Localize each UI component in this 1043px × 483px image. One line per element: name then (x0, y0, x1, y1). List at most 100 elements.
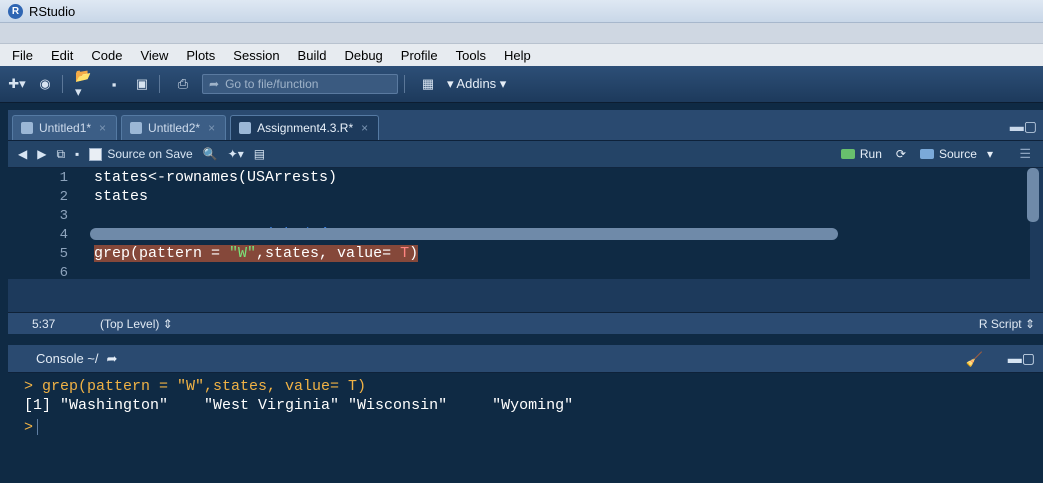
close-icon[interactable]: × (361, 121, 368, 135)
line-number: 5 (59, 246, 68, 262)
menu-session[interactable]: Session (231, 48, 281, 63)
scope-selector[interactable]: (Top Level) ⇕ (100, 317, 173, 331)
pane-layout-icon[interactable]: ▦ (417, 74, 439, 94)
run-arrow-icon (840, 149, 855, 159)
tab-untitled1[interactable]: Untitled1* × (12, 115, 118, 140)
menu-help[interactable]: Help (502, 48, 533, 63)
editor-toolbar: ◀ ▶ ⧉ ▪ Source on Save 🔍 ✦▾ ▤ Run ⟳ Sour… (8, 141, 1043, 168)
text-cursor (37, 419, 39, 436)
new-file-icon[interactable]: ✚▾ (6, 74, 28, 94)
goto-arrow-icon: ➦ (209, 77, 220, 91)
code-line-selected: grep(pattern = "W",states, value= T) (94, 245, 419, 262)
code-line: states<-rownames(USArrests) (94, 169, 338, 186)
console-header: Console ~/ ➦ 🧹 ▬▢ (8, 345, 1043, 373)
code-text: ) (409, 245, 419, 262)
tab-label: Assignment4.3.R* (257, 121, 354, 135)
go-to-dir-icon[interactable]: ➦ (107, 351, 118, 367)
code-line: states (94, 188, 149, 205)
horizontal-scrollbar[interactable] (90, 228, 838, 240)
console-title: Console ~/ (36, 351, 99, 366)
code-constant: T (400, 245, 410, 262)
code-text: grep(pattern = (94, 245, 230, 262)
editor-status-bar: 5:37 (Top Level) ⇕ R Script ⇕ (8, 312, 1043, 334)
r-file-icon (239, 122, 252, 134)
menu-edit[interactable]: Edit (49, 48, 75, 63)
save-all-icon[interactable]: ▣ (131, 74, 153, 94)
vertical-scrollbar[interactable] (1027, 168, 1039, 222)
title-bar: R RStudio (0, 0, 1043, 23)
source-arrow-icon (919, 149, 934, 159)
outline-icon[interactable]: ☰ (1019, 146, 1031, 162)
console-prompt[interactable]: > (24, 419, 39, 436)
compile-report-icon[interactable]: ▤ (254, 147, 265, 161)
toolbar-separator (62, 75, 63, 93)
editor-pane: Untitled1* × Untitled2* × Assignment4.3.… (8, 110, 1043, 334)
menu-code[interactable]: Code (89, 48, 124, 63)
search-icon[interactable]: 🔍 (203, 147, 218, 161)
source-label: Source (938, 147, 977, 161)
menu-view[interactable]: View (138, 48, 170, 63)
line-number: 4 (59, 227, 68, 243)
window-title: RStudio (29, 3, 76, 19)
new-project-icon[interactable]: ◉ (34, 74, 56, 94)
close-icon[interactable]: × (208, 121, 215, 135)
code-editor[interactable]: 1 2 3 4 5 6 states<-rownames(USArrests) … (8, 168, 1030, 281)
checkbox[interactable] (89, 147, 103, 161)
r-file-icon (130, 122, 143, 134)
source-button[interactable]: Source ▾ (919, 147, 993, 161)
menu-file[interactable]: File (10, 48, 35, 63)
addins-menu[interactable]: ▾ Addins ▾ (447, 76, 506, 92)
cursor-position: 5:37 (32, 316, 56, 331)
line-gutter: 1 2 3 4 5 6 (8, 168, 80, 281)
menu-plots[interactable]: Plots (184, 48, 217, 63)
print-icon[interactable]: ⎙ (172, 74, 194, 94)
code-text: ,states, value= (256, 245, 401, 262)
open-file-icon[interactable]: 📂▾ (75, 68, 97, 99)
source-on-save-toggle[interactable]: Source on Save (89, 147, 193, 161)
rerun-icon[interactable]: ⟳ (896, 147, 906, 161)
line-number: 3 (59, 208, 68, 224)
goto-placeholder: Go to file/function (225, 77, 319, 91)
main-toolbar: ✚▾ ◉ 📂▾ ▪ ▣ ⎙ ➦ Go to file/function ▦ ▾ … (0, 66, 1043, 103)
show-in-window-icon[interactable]: ⧉ (56, 147, 65, 162)
run-area: Run ⟳ Source ▾ (840, 141, 993, 167)
toolbar-separator (159, 75, 160, 93)
forward-arrow-icon[interactable]: ▶ (37, 147, 46, 161)
chevron-down-icon[interactable]: ▾ (987, 147, 993, 161)
close-icon[interactable]: × (99, 121, 106, 135)
toolbar-separator (404, 75, 405, 93)
line-number: 6 (59, 265, 68, 281)
menu-bar: File Edit Code View Plots Session Build … (0, 43, 1043, 67)
console-command: > grep(pattern = "W",states, value= T) (24, 378, 367, 395)
run-button[interactable]: Run (840, 147, 882, 161)
clear-console-icon[interactable]: 🧹 (966, 351, 983, 368)
addins-label: Addins (456, 76, 497, 91)
tab-assignment[interactable]: Assignment4.3.R* × (230, 115, 380, 140)
scope-label: (Top Level) (100, 316, 160, 331)
console-pane[interactable]: Console ~/ ➦ 🧹 ▬▢ > grep(pattern = "W",s… (8, 345, 1043, 483)
run-label: Run (859, 147, 882, 161)
menu-debug[interactable]: Debug (342, 48, 384, 63)
prompt-symbol: > (24, 419, 34, 436)
save-icon[interactable]: ▪ (103, 74, 125, 94)
line-number: 2 (59, 189, 68, 205)
tab-untitled2[interactable]: Untitled2* × (121, 115, 227, 140)
menu-build[interactable]: Build (296, 48, 329, 63)
code-string: "W" (229, 245, 257, 262)
file-type-selector[interactable]: R Script ⇕ (979, 317, 1035, 331)
source-on-save-label: Source on Save (107, 147, 193, 161)
rstudio-window: R RStudio File Edit Code View Plots Sess… (0, 0, 1043, 483)
tab-label: Untitled1* (39, 121, 92, 135)
save-icon[interactable]: ▪ (75, 147, 79, 161)
tab-label: Untitled2* (148, 121, 201, 135)
back-arrow-icon[interactable]: ◀ (18, 147, 27, 161)
goto-file-input[interactable]: ➦ Go to file/function (202, 74, 398, 94)
menu-tools[interactable]: Tools (454, 48, 488, 63)
minimize-maximize-icon[interactable]: ▬▢ (1008, 350, 1035, 367)
minimize-maximize-icon[interactable]: ▬▢ (1010, 118, 1037, 135)
file-type-label: R Script (978, 316, 1022, 331)
editor-tabs: Untitled1* × Untitled2* × Assignment4.3.… (8, 110, 1043, 141)
menu-profile[interactable]: Profile (399, 48, 440, 63)
console-output: [1] "Washington" "West Virginia" "Wiscon… (24, 397, 574, 414)
code-tools-icon[interactable]: ✦▾ (228, 147, 244, 161)
